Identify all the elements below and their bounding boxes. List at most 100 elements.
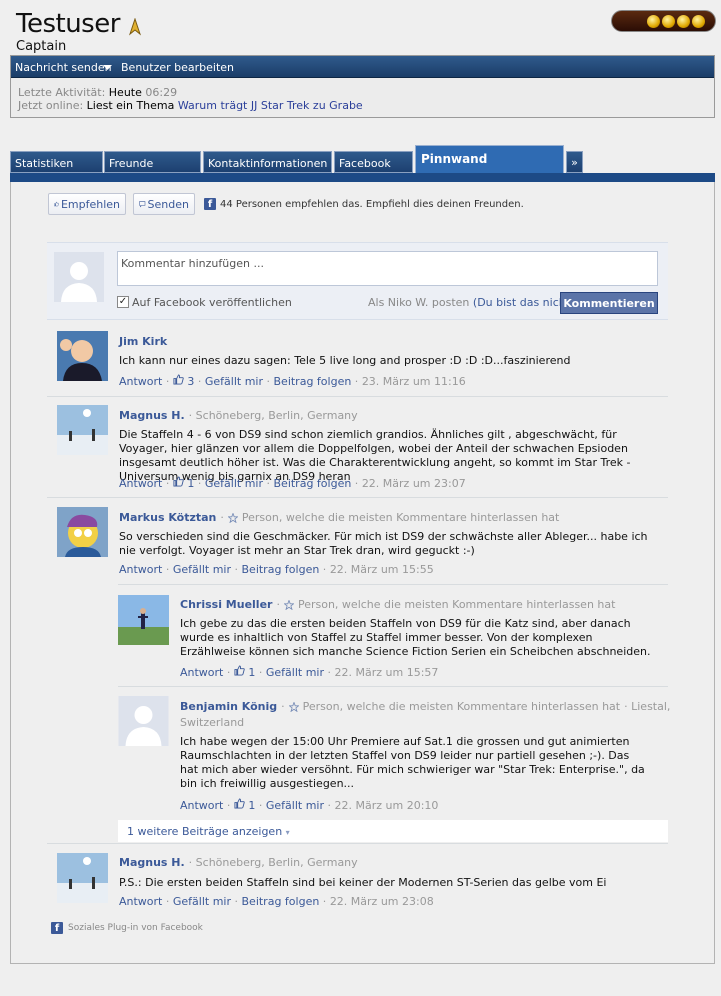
thumbs-up-icon [173,374,184,385]
comment-header: Markus Kötztan · Person, welche die meis… [119,511,560,524]
online-activity: Liest ein Thema [86,99,175,112]
like-link[interactable]: Gefällt mir [205,477,263,490]
thumbs-up-icon [234,665,245,676]
social-plugin-label: Soziales Plug-in von Facebook [68,923,203,933]
edit-user-button[interactable]: Benutzer bearbeiten [121,61,234,74]
comment-date: 22. März um 20:10 [334,799,439,812]
reply-link[interactable]: Antwort [119,895,162,908]
chevron-down-icon[interactable] [103,65,112,71]
comment-author[interactable]: Jim Kirk [119,335,167,348]
comment-location: · Schöneberg, Berlin, Germany [188,409,358,422]
comment-date: 22. März um 23:08 [329,895,434,908]
facebook-icon: f [204,198,216,210]
avatar[interactable] [57,853,108,903]
reply-divider [118,686,668,687]
tab-freunde[interactable]: Freunde [104,151,201,173]
like-count[interactable]: 3 [173,374,195,388]
like-link[interactable]: Gefällt mir [266,666,324,679]
comment-author[interactable]: Magnus H. [119,409,185,422]
default-avatar-icon [54,252,104,302]
comment-location: · Schöneberg, Berlin, Germany [188,856,358,869]
star-icon [283,599,294,610]
show-more-replies-link[interactable]: 1 weitere Beiträge anzeigen ▾ [118,820,668,842]
publish-checkbox[interactable]: ✓ [117,296,129,308]
thumbs-up-icon [54,201,59,207]
tab-facebook[interactable]: Facebook [334,151,413,173]
rank-pip-icon [692,14,705,28]
comment-divider [47,497,668,498]
social-plugin-note: f Soziales Plug-in von Facebook [51,922,203,934]
comment-date: 22. März um 15:55 [329,563,434,576]
send-label: Senden [147,198,189,211]
reply-link[interactable]: Antwort [180,666,223,679]
tab-kontaktinformationen[interactable]: Kontaktinformationen [203,151,332,173]
send-message-button[interactable]: Nachricht senden [15,61,112,74]
last-activity: Letzte Aktivität: Heute 06:29 [18,86,177,99]
commenter-badge: Person, welche die meisten Kommentare hi… [302,700,621,713]
avatar[interactable] [118,595,169,645]
like-count[interactable]: 1 [234,665,256,679]
comment-input[interactable]: Kommentar hinzufügen ... [117,251,658,286]
like-count[interactable]: 1 [173,476,195,490]
comment-date: 23. März um 11:16 [361,375,466,388]
comment-date: 22. März um 15:57 [334,666,439,679]
tab-pinnwand[interactable]: Pinnwand [415,145,564,175]
tab-more[interactable]: » [566,151,583,173]
comment-author[interactable]: Chrissi Mueller [180,598,272,611]
comment-author[interactable]: Benjamin König [180,700,277,713]
follow-post-link[interactable]: Beitrag folgen [242,895,320,908]
default-avatar-icon[interactable] [118,696,169,746]
comment-actions: Antwort · Gefällt mir · Beitrag folgen ·… [119,563,434,576]
avatar[interactable] [57,405,108,455]
like-count-value: 1 [187,477,195,490]
reply-link[interactable]: Antwort [119,477,162,490]
comment-date: 22. März um 23:07 [361,477,466,490]
send-button[interactable]: Senden [133,193,195,215]
comment-author[interactable]: Magnus H. [119,856,185,869]
recommend-label: Empfehlen [60,198,120,211]
facebook-icon: f [51,922,63,934]
like-link[interactable]: Gefällt mir [205,375,263,388]
follow-post-link[interactable]: Beitrag folgen [274,477,352,490]
like-link[interactable]: Gefällt mir [173,563,231,576]
follow-post-link[interactable]: Beitrag folgen [242,563,320,576]
online-topic-link[interactable]: Warum trägt JJ Star Trek zu Grabe [178,99,363,112]
starfleet-insignia-icon [128,18,142,36]
rank-pips-badge [611,10,716,32]
follow-post-link[interactable]: Beitrag folgen [274,375,352,388]
tab-statistiken[interactable]: Statistiken [10,151,103,173]
like-count-value: 3 [187,375,195,388]
speech-bubble-icon [139,201,146,208]
comment-actions: Antwort · 3 · Gefällt mir · Beitrag folg… [119,374,466,388]
last-activity-label: Letzte Aktivität: [18,86,106,99]
like-link[interactable]: Gefällt mir [173,895,231,908]
reply-link[interactable]: Antwort [119,563,162,576]
submit-comment-button[interactable]: Kommentieren [560,292,658,314]
rank-pip-icon [647,14,660,28]
thumbs-up-icon [234,798,245,809]
comment-text: So verschieden sind die Geschmäcker. Für… [119,530,648,557]
avatar[interactable] [57,331,108,381]
reply-link[interactable]: Antwort [119,375,162,388]
comment-text: Ich kann nur eines dazu sagen: Tele 5 li… [119,354,571,367]
reply-link[interactable]: Antwort [180,799,223,812]
avatar[interactable] [57,507,108,557]
comment-header: Magnus H. · Schöneberg, Berlin, Germany [119,856,358,869]
comment-actions: Antwort · 1 · Gefällt mir · 22. März um … [180,798,439,812]
like-link[interactable]: Gefällt mir [266,799,324,812]
comment-actions: Antwort · 1 · Gefällt mir · 22. März um … [180,665,439,679]
post-as-text: Als Niko W. posten [368,296,470,309]
comment-actions: Antwort · 1 · Gefällt mir · Beitrag folg… [119,476,466,490]
comment-divider [47,843,668,844]
comment-author[interactable]: Markus Kötztan [119,511,216,524]
like-count[interactable]: 1 [234,798,256,812]
comment-header: Chrissi Mueller · Person, welche die mei… [180,598,616,611]
like-count-value: 1 [248,666,256,679]
star-icon [227,512,238,523]
comment-text: P.S.: Die ersten beiden Staffeln sind be… [119,876,607,889]
recommend-count: f 44 Personen empfehlen das. Empfiehl di… [204,198,524,210]
recommend-button[interactable]: Empfehlen [48,193,126,215]
tab-underline [10,173,715,182]
rank-pip-icon [677,14,690,28]
like-count-value: 1 [248,799,256,812]
